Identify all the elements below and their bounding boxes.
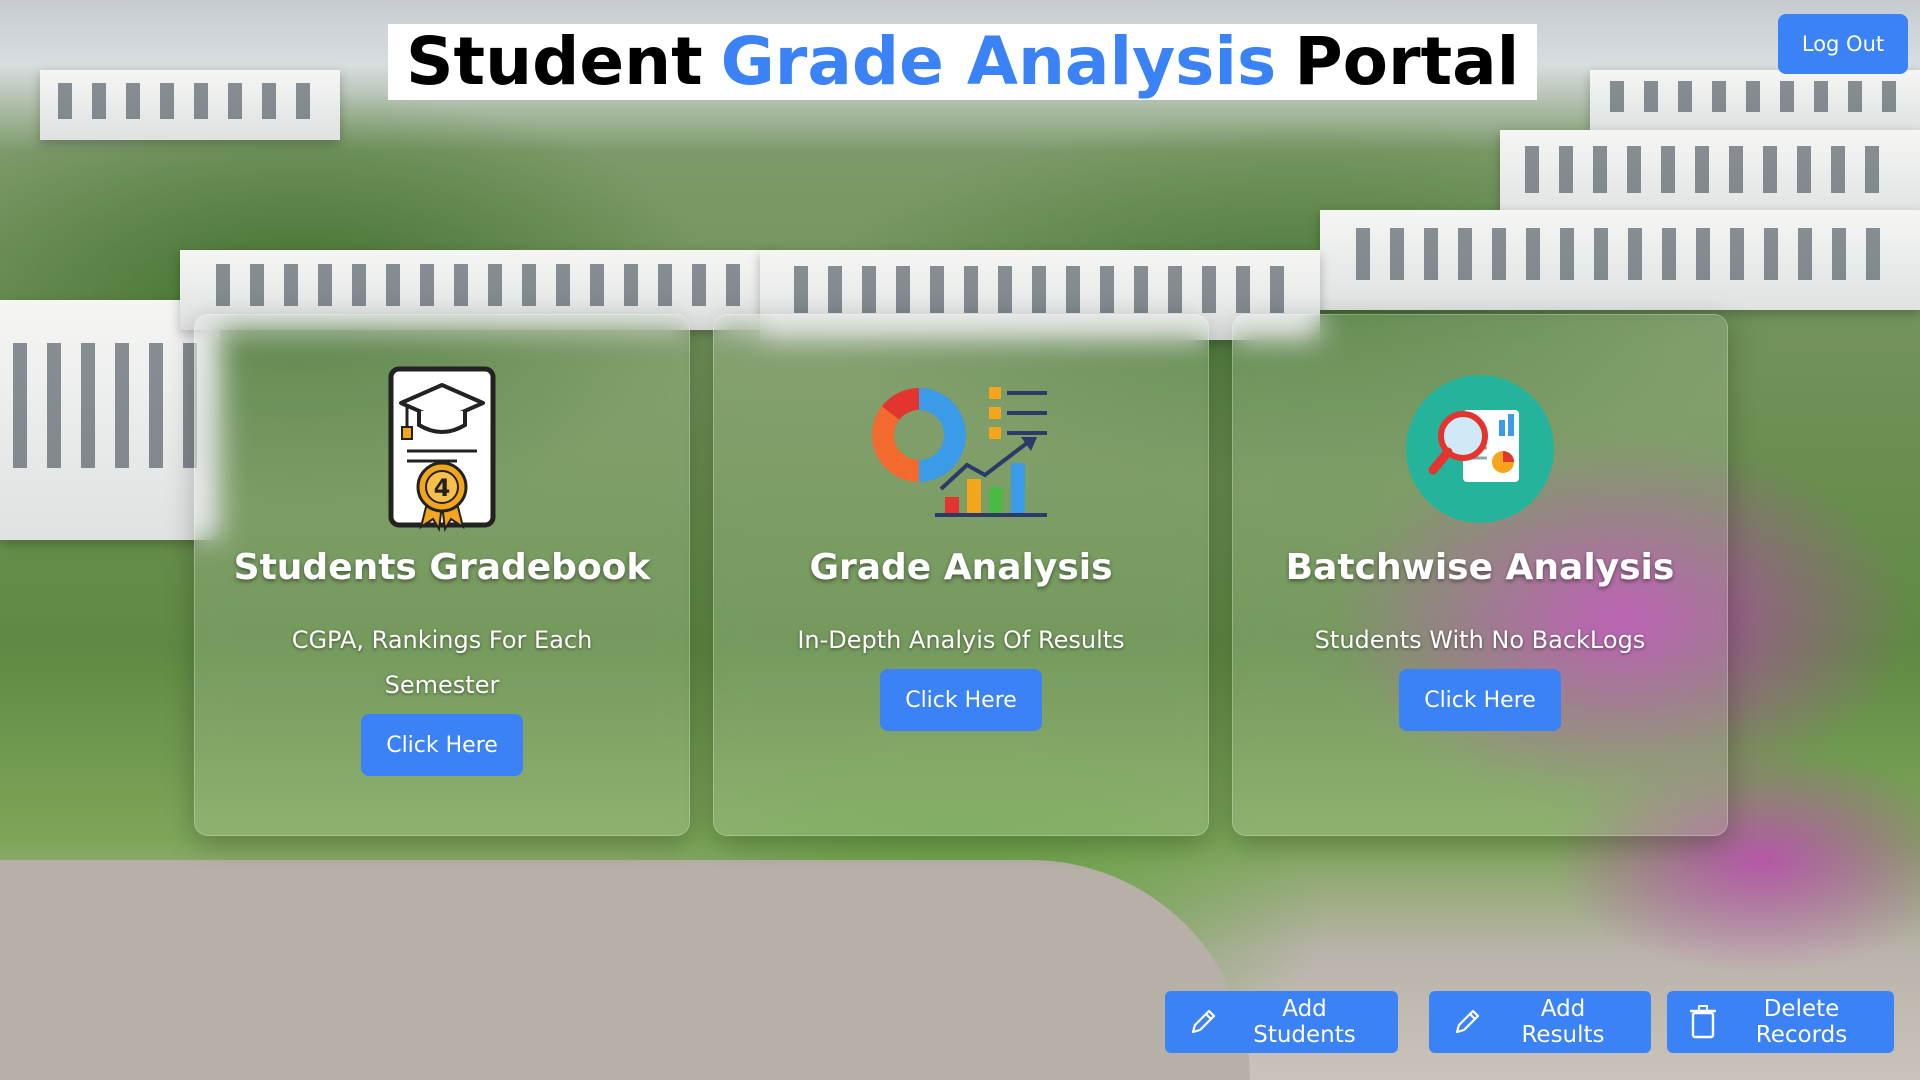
card-students-gradebook: 4 Students Gradebook CGPA, Rankings For … [194, 314, 690, 836]
add-students-label: Add Students [1253, 996, 1356, 1048]
add-students-button[interactable]: Add Students [1165, 991, 1398, 1053]
grade-analysis-click-here-button[interactable]: Click Here [880, 669, 1042, 731]
logout-button[interactable]: Log Out [1778, 14, 1908, 74]
card-description: CGPA, Rankings For Each Semester [291, 626, 593, 699]
gradebook-badge-number: 4 [434, 474, 451, 502]
card-description: Students With No BackLogs [1314, 626, 1646, 654]
title-part-grade-analysis: Grade Analysis [720, 23, 1277, 100]
card-title: Batchwise Analysis [1285, 547, 1675, 588]
card-batchwise-analysis: Batchwise Analysis Students With No Back… [1232, 314, 1728, 836]
page-title: Student Grade Analysis Portal [388, 23, 1538, 100]
add-results-button[interactable]: Add Results [1429, 991, 1651, 1053]
chart-analysis-icon [714, 369, 1208, 529]
gradebook-click-here-button[interactable]: Click Here [361, 714, 523, 776]
gradebook-certificate-icon: 4 [195, 366, 689, 532]
card-grade-analysis: Grade Analysis In-Depth Analyis Of Resul… [713, 314, 1209, 836]
delete-records-button[interactable]: Delete Records [1667, 991, 1894, 1053]
magnifier-report-icon [1233, 369, 1727, 529]
title-part-student: Student [406, 23, 703, 100]
card-title: Grade Analysis [809, 547, 1113, 588]
trash-icon [1690, 1005, 1716, 1039]
card-description: In-Depth Analyis Of Results [797, 626, 1125, 654]
title-part-portal: Portal [1294, 23, 1520, 100]
add-results-label: Add Results [1521, 996, 1605, 1048]
batchwise-click-here-button[interactable]: Click Here [1399, 669, 1561, 731]
pencil-icon [1455, 1009, 1480, 1034]
delete-records-label: Delete Records [1755, 996, 1848, 1048]
pencil-icon [1191, 1009, 1216, 1034]
card-title: Students Gradebook [233, 547, 651, 588]
